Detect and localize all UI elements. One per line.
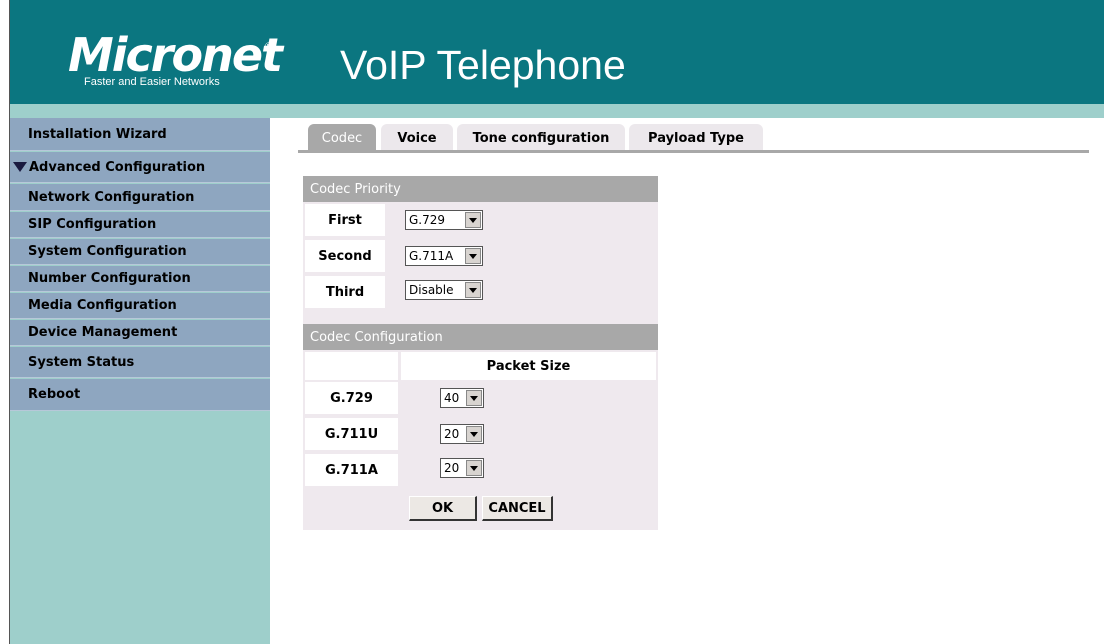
codec-panel: Codec Priority First G.729 Second G.711A… — [303, 176, 658, 530]
select-value: G.729 — [409, 213, 446, 227]
sidebar-item-label: SIP Configuration — [28, 217, 157, 232]
dropdown-arrow-icon[interactable] — [465, 248, 481, 264]
expanded-triangle-icon — [13, 162, 27, 172]
sidebar-item-label: Network Configuration — [28, 189, 195, 205]
sidebar: Installation Wizard Advanced Configurati… — [10, 118, 270, 644]
sidebar-item-system-configuration[interactable]: System Configuration — [10, 239, 270, 265]
priority-label-second: Second — [305, 240, 385, 272]
sidebar-group-advanced-configuration[interactable]: Advanced Configuration — [10, 152, 270, 183]
sidebar-item-number-configuration[interactable]: Number Configuration — [10, 266, 270, 292]
tab-underline — [298, 150, 1089, 153]
sidebar-item-installation-wizard[interactable]: Installation Wizard — [10, 118, 270, 151]
cancel-button[interactable]: CANCEL — [482, 496, 553, 521]
header-divider-strip — [10, 104, 1104, 118]
column-header-packet-size: Packet Size — [401, 352, 656, 380]
dropdown-arrow-icon[interactable] — [466, 426, 482, 442]
tab-label: Voice — [397, 130, 437, 146]
select-value: 40 — [444, 391, 460, 405]
micronet-logo[interactable]: Micronet ® Faster and Easier Networks — [68, 28, 283, 92]
sidebar-item-label: Advanced Configuration — [29, 159, 206, 175]
codec-label-g711a: G.711A — [305, 454, 398, 486]
dropdown-arrow-icon[interactable] — [465, 282, 481, 298]
sidebar-item-sip-configuration[interactable]: SIP Configuration — [10, 212, 270, 238]
section-header-codec-priority: Codec Priority — [303, 176, 658, 202]
tab-label: Payload Type — [648, 130, 744, 146]
select-value: 20 — [444, 461, 460, 475]
tab-tone-configuration[interactable]: Tone configuration — [457, 124, 625, 152]
logo-registered-mark: ® — [264, 42, 273, 52]
logo-wordmark: Micronet — [68, 28, 283, 82]
sidebar-item-label: Media Configuration — [28, 298, 177, 313]
priority-label-third: Third — [305, 276, 385, 308]
dropdown-arrow-icon[interactable] — [465, 212, 481, 228]
sidebar-item-reboot[interactable]: Reboot — [10, 379, 270, 411]
sidebar-item-media-configuration[interactable]: Media Configuration — [10, 293, 270, 319]
sidebar-item-system-status[interactable]: System Status — [10, 347, 270, 378]
sidebar-item-label: Reboot — [28, 387, 81, 402]
priority-label-first: First — [305, 204, 385, 236]
app-title: VoIP Telephone — [340, 42, 626, 88]
sidebar-item-label: System Configuration — [28, 244, 187, 259]
logo-tagline: Faster and Easier Networks — [84, 76, 220, 88]
codec-label-g729: G.729 — [305, 382, 398, 414]
tab-payload-type[interactable]: Payload Type — [629, 124, 763, 152]
tab-label: Tone configuration — [472, 130, 610, 146]
sidebar-item-label: Number Configuration — [28, 271, 191, 286]
table-header-blank — [305, 352, 398, 380]
packet-size-g711a-select[interactable]: 20 — [440, 458, 484, 478]
priority-third-select[interactable]: Disable — [405, 280, 483, 300]
select-value: Disable — [409, 283, 454, 297]
tab-codec[interactable]: Codec — [308, 124, 376, 152]
select-value: 20 — [444, 427, 460, 441]
sidebar-item-label: Installation Wizard — [28, 126, 167, 142]
tab-voice[interactable]: Voice — [381, 124, 453, 152]
packet-size-g711u-select[interactable]: 20 — [440, 424, 484, 444]
page-margin — [0, 0, 9, 644]
packet-size-g729-select[interactable]: 40 — [440, 388, 484, 408]
priority-first-select[interactable]: G.729 — [405, 210, 483, 230]
tab-label: Codec — [321, 130, 363, 146]
codec-label-g711u: G.711U — [305, 418, 398, 450]
section-header-codec-configuration: Codec Configuration — [303, 324, 658, 350]
sidebar-item-network-configuration[interactable]: Network Configuration — [10, 184, 270, 211]
ok-button[interactable]: OK — [409, 496, 477, 521]
sidebar-item-label: Device Management — [28, 325, 178, 340]
sidebar-item-label: System Status — [28, 354, 135, 370]
sidebar-item-device-management[interactable]: Device Management — [10, 320, 270, 346]
dropdown-arrow-icon[interactable] — [466, 460, 482, 476]
select-value: G.711A — [409, 249, 454, 263]
dropdown-arrow-icon[interactable] — [466, 390, 482, 406]
header-banner: Micronet ® Faster and Easier Networks Vo… — [10, 0, 1104, 104]
priority-second-select[interactable]: G.711A — [405, 246, 483, 266]
